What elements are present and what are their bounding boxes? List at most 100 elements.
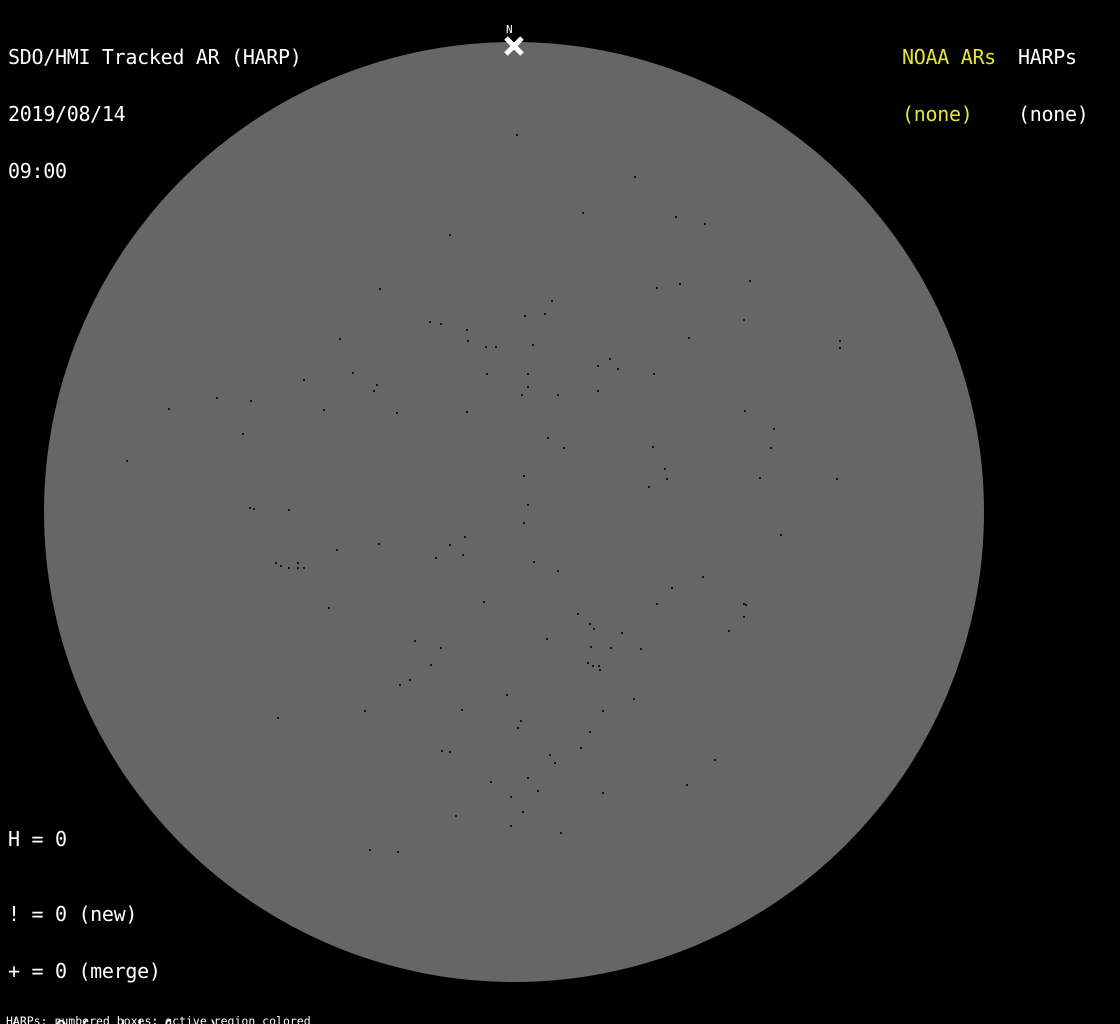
magnetic-speckle <box>524 315 526 317</box>
magnetic-speckle <box>664 468 666 470</box>
magnetic-speckle <box>652 446 654 448</box>
magnetic-speckle <box>303 379 305 381</box>
magnetic-speckle <box>510 796 512 798</box>
magnetic-speckle <box>168 408 170 410</box>
magnetic-speckle <box>702 576 704 578</box>
magnetic-speckle <box>770 447 772 449</box>
magnetic-speckle <box>610 647 612 649</box>
magnetic-speckle <box>242 433 244 435</box>
magnetic-speckle <box>633 698 635 700</box>
magnetic-speckle <box>602 710 604 712</box>
magnetic-speckle <box>527 386 529 388</box>
magnetic-speckle <box>743 319 745 321</box>
magnetic-speckle <box>544 313 546 315</box>
magnetic-speckle <box>297 562 299 564</box>
magnetic-speckle <box>249 507 251 509</box>
magnetic-speckle <box>430 664 432 666</box>
magnetic-speckle <box>589 623 591 625</box>
magnetic-speckle <box>288 509 290 511</box>
magnetic-speckle <box>557 570 559 572</box>
magnetic-speckle <box>379 288 381 290</box>
magnetic-speckle <box>126 460 128 462</box>
magnetic-speckle <box>839 347 841 349</box>
magnetic-speckle <box>288 567 290 569</box>
magnetic-speckle <box>352 372 354 374</box>
magnetic-speckle <box>495 346 497 348</box>
magnetic-speckle <box>580 747 582 749</box>
magnetic-speckle <box>376 384 378 386</box>
magnetic-speckle <box>490 781 492 783</box>
magnetic-speckle <box>577 613 579 615</box>
harps-column: HARPs (none) <box>1018 10 1088 162</box>
magnetic-speckle <box>744 410 746 412</box>
magnetic-speckle <box>280 565 282 567</box>
magnetic-speckle <box>546 638 548 640</box>
magnetic-speckle <box>397 851 399 853</box>
magnetic-speckle <box>440 323 442 325</box>
magnetic-speckle <box>517 727 519 729</box>
magnetic-speckle <box>527 504 529 506</box>
magnetic-speckle <box>523 475 525 477</box>
magnetic-speckle <box>520 720 522 722</box>
magnetic-speckle <box>656 603 658 605</box>
magnetic-speckle <box>303 567 305 569</box>
magnetic-speckle <box>510 825 512 827</box>
magnetic-speckle <box>532 344 534 346</box>
magnetic-speckle <box>675 216 677 218</box>
north-label: N <box>506 24 513 35</box>
magnetic-speckle <box>745 604 747 606</box>
magnetic-speckle <box>773 428 775 430</box>
magnetic-speckle <box>483 601 485 603</box>
magnetic-speckle <box>537 790 539 792</box>
magnetic-speckle <box>440 647 442 649</box>
magnetic-speckle <box>602 792 604 794</box>
magnetic-speckle <box>429 321 431 323</box>
magnetic-speckle <box>466 329 468 331</box>
magnetic-speckle <box>780 534 782 536</box>
magnetic-speckle <box>373 390 375 392</box>
magnetic-speckle <box>656 287 658 289</box>
magnetic-speckle <box>592 665 594 667</box>
legend-row-merge: + = 0 (merge) <box>8 962 231 981</box>
magnetic-speckle <box>839 340 841 342</box>
magnetic-speckle <box>617 368 619 370</box>
magnetic-speckle <box>597 365 599 367</box>
magnetic-speckle <box>609 358 611 360</box>
magnetic-speckle <box>253 508 255 510</box>
magnetic-speckle <box>275 562 277 564</box>
magnetic-speckle <box>399 684 401 686</box>
magnetic-speckle <box>250 400 252 402</box>
magnetic-speckle <box>462 554 464 556</box>
magnetic-speckle <box>277 717 279 719</box>
magnetic-speckle <box>587 662 589 664</box>
magnetic-speckle <box>679 283 681 285</box>
magnetic-speckle <box>449 234 451 236</box>
magnetic-speckle <box>671 587 673 589</box>
magnetic-speckle <box>464 536 466 538</box>
magnetic-speckle <box>522 811 524 813</box>
magnetic-speckle <box>598 665 600 667</box>
magnetic-speckle <box>688 337 690 339</box>
magnetic-speckle <box>369 849 371 851</box>
north-pole-cross-icon <box>503 36 525 56</box>
magnetic-speckle <box>441 750 443 752</box>
noaa-ars-column: NOAA ARs (none) <box>902 10 996 162</box>
observation-time: 09:00 <box>8 162 302 181</box>
magnetic-speckle <box>336 549 338 551</box>
magnetic-speckle <box>560 832 562 834</box>
magnetic-speckle <box>743 616 745 618</box>
magnetic-speckle <box>549 754 551 756</box>
legend-row-new: ! = 0 (new) <box>8 905 231 924</box>
magnetic-speckle <box>527 777 529 779</box>
observation-date: 2019/08/14 <box>8 105 302 124</box>
magnetic-speckle <box>506 694 508 696</box>
magnetic-speckle <box>466 411 468 413</box>
magnetic-speckle <box>533 561 535 563</box>
magnetic-speckle <box>551 300 553 302</box>
harp-count-row: H = 0 <box>8 830 67 849</box>
magnetic-speckle <box>686 784 688 786</box>
solar-magnetogram-view: SDO/HMI Tracked AR (HARP) 2019/08/14 09:… <box>0 0 1120 1024</box>
footer-notes: HARPs: numbered boxes; active region col… <box>6 991 408 1024</box>
harps-value: (none) <box>1018 105 1088 124</box>
magnetic-speckle <box>590 646 592 648</box>
